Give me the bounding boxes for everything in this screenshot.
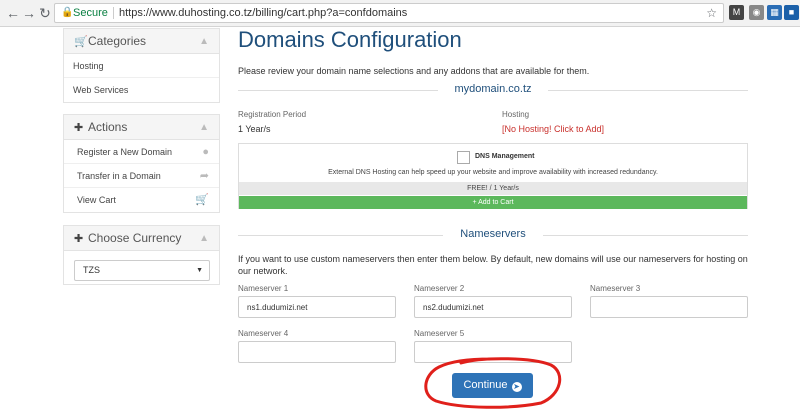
bookmark-star-icon[interactable]: ☆ [706, 4, 717, 22]
chevron-up-icon[interactable]: ▲ [199, 115, 209, 140]
registration-period-label: Registration Period [238, 110, 307, 119]
nameserver-4-label: Nameserver 4 [238, 329, 289, 338]
reload-icon[interactable]: ↻ [36, 4, 54, 22]
caret-down-icon: ▼ [196, 267, 203, 274]
extension-translate-icon[interactable]: ▦ [767, 5, 782, 20]
chevron-up-icon[interactable]: ▲ [199, 29, 209, 54]
lock-icon: 🔒 [61, 7, 74, 18]
extension-camera-icon[interactable]: ◉ [749, 5, 764, 20]
sidebar-item-register-domain[interactable]: Register a New Domain ● [64, 140, 219, 164]
sidebar-item-view-cart[interactable]: View Cart 🛒 [64, 188, 219, 212]
nameserver-2-input[interactable] [414, 296, 572, 318]
nameservers-title: Nameservers [450, 228, 536, 240]
address-bar[interactable]: 🔒 Secure https://www.duhosting.co.tz/bil… [54, 3, 724, 23]
nameserver-3-label: Nameserver 3 [590, 284, 641, 293]
categories-header[interactable]: 🛒Categories ▲ [64, 29, 219, 54]
nameserver-4-input[interactable] [238, 341, 396, 363]
actions-header[interactable]: ✚ Actions ▲ [64, 115, 219, 140]
domain-section-header: mydomain.co.tz [238, 83, 748, 97]
sidebar-item-web-services[interactable]: Web Services [64, 78, 219, 102]
currency-select[interactable]: TZS ▼ [74, 260, 210, 281]
extension-mail-icon[interactable]: M [729, 5, 744, 20]
add-to-cart-button[interactable]: + Add to Cart [239, 196, 747, 209]
secure-label: Secure [73, 7, 108, 19]
page-intro: Please review your domain name selection… [238, 66, 590, 76]
plus-icon: ✚ [74, 233, 84, 245]
actions-panel: ✚ Actions ▲ Register a New Domain ● Trans… [63, 114, 220, 213]
browser-toolbar: ← → ↻ 🔒 Secure https://www.duhosting.co.… [0, 0, 800, 27]
share-arrow-icon: ➦ [199, 170, 209, 182]
red-annotation-circle [424, 357, 562, 409]
nameserver-1-input[interactable] [238, 296, 396, 318]
nameserver-5-label: Nameserver 5 [414, 329, 465, 338]
extension-puzzle-icon[interactable]: ■ [784, 5, 799, 20]
chevron-up-icon[interactable]: ▲ [199, 226, 209, 251]
sidebar-item-transfer-domain[interactable]: Transfer in a Domain ➦ [64, 164, 219, 188]
sidebar-item-hosting[interactable]: Hosting [64, 54, 219, 78]
url-text[interactable]: https://www.duhosting.co.tz/billing/cart… [119, 4, 407, 22]
hosting-label: Hosting [502, 110, 530, 119]
globe-icon: ● [202, 146, 209, 158]
cart-icon: 🛒 [195, 194, 209, 206]
nameserver-3-input[interactable] [590, 296, 748, 318]
nameservers-intro: If you want to use custom nameservers th… [238, 254, 748, 276]
registration-period-value: 1 Year/s [238, 124, 271, 134]
categories-panel: 🛒Categories ▲ Hosting Web Services [63, 28, 220, 103]
dns-management-addon: DNS Management External DNS Hosting can … [238, 143, 748, 209]
plus-icon: ✚ [74, 122, 84, 134]
dns-management-checkbox[interactable] [457, 151, 470, 164]
addon-description: External DNS Hosting can help speed up y… [328, 169, 658, 176]
cart-icon: 🛒 [74, 36, 88, 48]
page-title: Domains Configuration [238, 27, 462, 52]
nameservers-section-header: Nameservers [238, 228, 748, 242]
nameserver-1-label: Nameserver 1 [238, 284, 289, 293]
add-hosting-link[interactable]: [No Hosting! Click to Add] [502, 124, 604, 134]
addon-price: FREE! / 1 Year/s [239, 182, 747, 195]
addon-name: DNS Management [475, 153, 535, 160]
currency-panel: ✚ Choose Currency ▲ TZS ▼ [63, 225, 220, 285]
nameserver-2-label: Nameserver 2 [414, 284, 465, 293]
currency-header[interactable]: ✚ Choose Currency ▲ [64, 226, 219, 251]
domain-name: mydomain.co.tz [444, 83, 542, 95]
